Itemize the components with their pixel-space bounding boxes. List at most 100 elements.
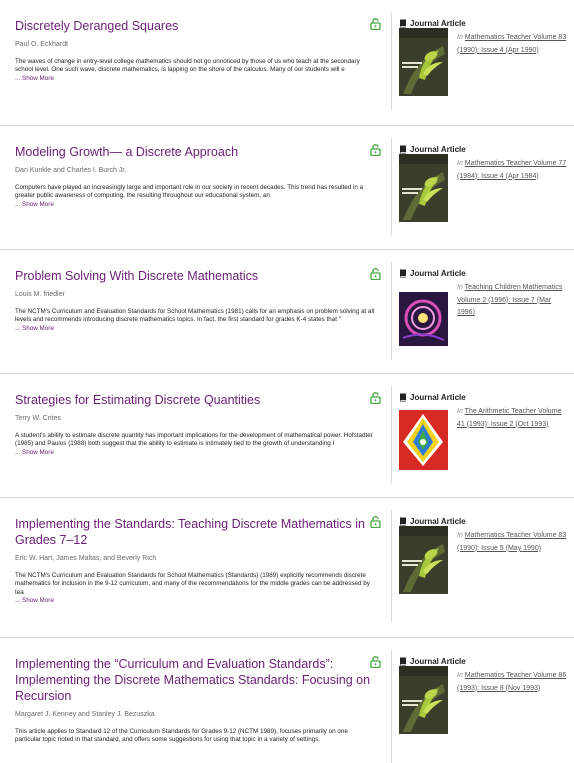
divider xyxy=(391,510,392,622)
content-type: Journal Article xyxy=(399,144,569,154)
result-abstract: Computers have played an increasingly la… xyxy=(15,184,364,200)
content-type-label: Journal Article xyxy=(410,516,466,526)
open-access-lock-icon xyxy=(370,516,381,528)
journal-cover-mathematics-teacher[interactable] xyxy=(399,526,448,594)
in-label: In xyxy=(457,672,463,679)
journal-info: In Mathematics Teacher Volume 83 (1990):… xyxy=(457,32,567,57)
result-abstract: The NCTM's Curriculum and Evaluation Sta… xyxy=(15,572,370,596)
journal-issue-link[interactable]: Teaching Children Mathematics Volume 2 (… xyxy=(457,284,562,316)
result-authors: Eric W. Hart, James Maltas, and Beverly … xyxy=(15,555,157,562)
journal-cover-mathematics-teacher[interactable] xyxy=(399,154,448,222)
journal-issue-link[interactable]: Mathematics Teacher Volume 83 (1990): Is… xyxy=(457,34,566,54)
result-sidebar: Journal Article In Teaching Children Mat… xyxy=(399,268,569,346)
result-main: Modeling Growth— a Discrete Approach Dan… xyxy=(15,144,383,209)
result-authors: Louis M. friedler xyxy=(15,291,65,298)
journal-cover-mathematics-teacher[interactable] xyxy=(399,666,448,734)
result-authors: Margaret J. Kenney and Stanley J. Bezusz… xyxy=(15,711,155,718)
divider xyxy=(391,12,392,110)
journal-info: In Mathematics Teacher Volume 77 (1984):… xyxy=(457,158,567,183)
result-sidebar: Journal Article In Mathematics Teacher V… xyxy=(399,516,569,594)
book-icon xyxy=(400,517,406,525)
result-sidebar: Journal Article In The Arithmetic Teache… xyxy=(399,392,569,470)
cover-image xyxy=(399,154,448,222)
divider xyxy=(391,386,392,484)
content-type-label: Journal Article xyxy=(410,144,466,154)
result-abstract: This article applies to Standard 12 of t… xyxy=(15,728,348,744)
content-type-label: Journal Article xyxy=(410,268,466,278)
book-icon xyxy=(400,393,406,401)
result-item: Implementing the Standards: Teaching Dis… xyxy=(0,497,574,637)
divider xyxy=(391,262,392,360)
result-main: Problem Solving With Discrete Mathematic… xyxy=(15,268,383,333)
book-icon xyxy=(400,19,406,27)
result-item: Strategies for Estimating Discrete Quant… xyxy=(0,373,574,497)
result-item: Discretely Deranged Squares Paul O. Eckh… xyxy=(0,0,574,125)
result-title-link[interactable]: Modeling Growth— a Discrete Approach xyxy=(15,144,383,160)
result-authors: Dan Kunkle and Charles I. Burch Jr. xyxy=(15,167,127,174)
book-icon xyxy=(400,269,406,277)
result-main: Strategies for Estimating Discrete Quant… xyxy=(15,392,383,457)
result-authors: Paul O. Eckhardt xyxy=(15,41,68,48)
show-more-link[interactable]: ... Show More xyxy=(15,597,383,605)
open-access-lock-icon xyxy=(370,392,381,404)
content-type: Journal Article xyxy=(399,268,569,278)
result-sidebar: Journal Article In Mathematics Teacher V… xyxy=(399,144,569,222)
result-title-link[interactable]: Problem Solving With Discrete Mathematic… xyxy=(15,268,383,284)
result-abstract: The waves of change in entry-level colle… xyxy=(15,58,360,74)
content-type: Journal Article xyxy=(399,656,569,666)
open-access-lock-icon xyxy=(370,144,381,156)
in-label: In xyxy=(457,408,463,415)
journal-cover-teaching-children-mathematics[interactable] xyxy=(399,278,448,346)
content-type: Journal Article xyxy=(399,392,569,402)
result-abstract: The NCTM's Curriculum and Evaluation Sta… xyxy=(15,308,375,324)
result-main: Discretely Deranged Squares Paul O. Eckh… xyxy=(15,18,383,83)
result-title-link[interactable]: Implementing the Standards: Teaching Dis… xyxy=(15,516,383,548)
open-access-lock-icon xyxy=(370,18,381,30)
in-label: In xyxy=(457,532,463,539)
cover-image xyxy=(399,526,448,594)
cover-image xyxy=(399,28,448,96)
open-access-lock-icon xyxy=(370,656,381,668)
journal-info: In Mathematics Teacher Volume 83 (1990):… xyxy=(457,530,567,555)
journal-issue-link[interactable]: The Arithmetic Teacher Volume 41 (1993):… xyxy=(457,408,561,428)
journal-cover-arithmetic-teacher[interactable] xyxy=(399,402,448,470)
journal-issue-link[interactable]: Mathematics Teacher Volume 86 (1993): Is… xyxy=(457,672,566,692)
open-access-lock-icon xyxy=(370,268,381,280)
result-sidebar: Journal Article In Mathematics Teacher V… xyxy=(399,656,569,734)
journal-info: In The Arithmetic Teacher Volume 41 (199… xyxy=(457,406,567,431)
book-icon xyxy=(400,657,406,665)
cover-image xyxy=(399,666,448,734)
result-title-link[interactable]: Discretely Deranged Squares xyxy=(15,18,383,34)
journal-info: In Teaching Children Mathematics Volume … xyxy=(457,282,567,320)
result-item: Modeling Growth— a Discrete Approach Dan… xyxy=(0,125,574,249)
result-sidebar: Journal Article In Mathematics Teacher V… xyxy=(399,18,569,96)
journal-issue-link[interactable]: Mathematics Teacher Volume 83 (1990): Is… xyxy=(457,532,566,552)
result-item: Implementing the “Curriculum and Evaluat… xyxy=(0,637,574,763)
search-results-page: Discretely Deranged Squares Paul O. Eckh… xyxy=(0,0,574,763)
result-title-link[interactable]: Implementing the “Curriculum and Evaluat… xyxy=(15,656,383,704)
content-type: Journal Article xyxy=(399,516,569,526)
journal-info: In Mathematics Teacher Volume 86 (1993):… xyxy=(457,670,567,695)
cover-image xyxy=(399,278,448,346)
content-type-label: Journal Article xyxy=(410,656,466,666)
content-type-label: Journal Article xyxy=(410,18,466,28)
journal-cover-mathematics-teacher[interactable] xyxy=(399,28,448,96)
show-more-link[interactable]: ... Show More xyxy=(15,449,383,457)
show-more-link[interactable]: ... Show More xyxy=(15,325,383,333)
content-type-label: Journal Article xyxy=(410,392,466,402)
result-main: Implementing the “Curriculum and Evaluat… xyxy=(15,656,383,745)
show-more-link[interactable]: ... Show More xyxy=(15,75,383,83)
in-label: In xyxy=(457,34,463,41)
book-icon xyxy=(400,145,406,153)
divider xyxy=(391,650,392,763)
result-main: Implementing the Standards: Teaching Dis… xyxy=(15,516,383,605)
divider xyxy=(391,138,392,236)
journal-issue-link[interactable]: Mathematics Teacher Volume 77 (1984): Is… xyxy=(457,160,566,180)
cover-image xyxy=(399,402,448,470)
result-title-link[interactable]: Strategies for Estimating Discrete Quant… xyxy=(15,392,383,408)
result-abstract: A student's ability to estimate discrete… xyxy=(15,432,373,448)
in-label: In xyxy=(457,160,463,167)
show-more-link[interactable]: ... Show More xyxy=(15,201,383,209)
result-authors: Terry W. Crites xyxy=(15,415,61,422)
result-item: Problem Solving With Discrete Mathematic… xyxy=(0,249,574,373)
